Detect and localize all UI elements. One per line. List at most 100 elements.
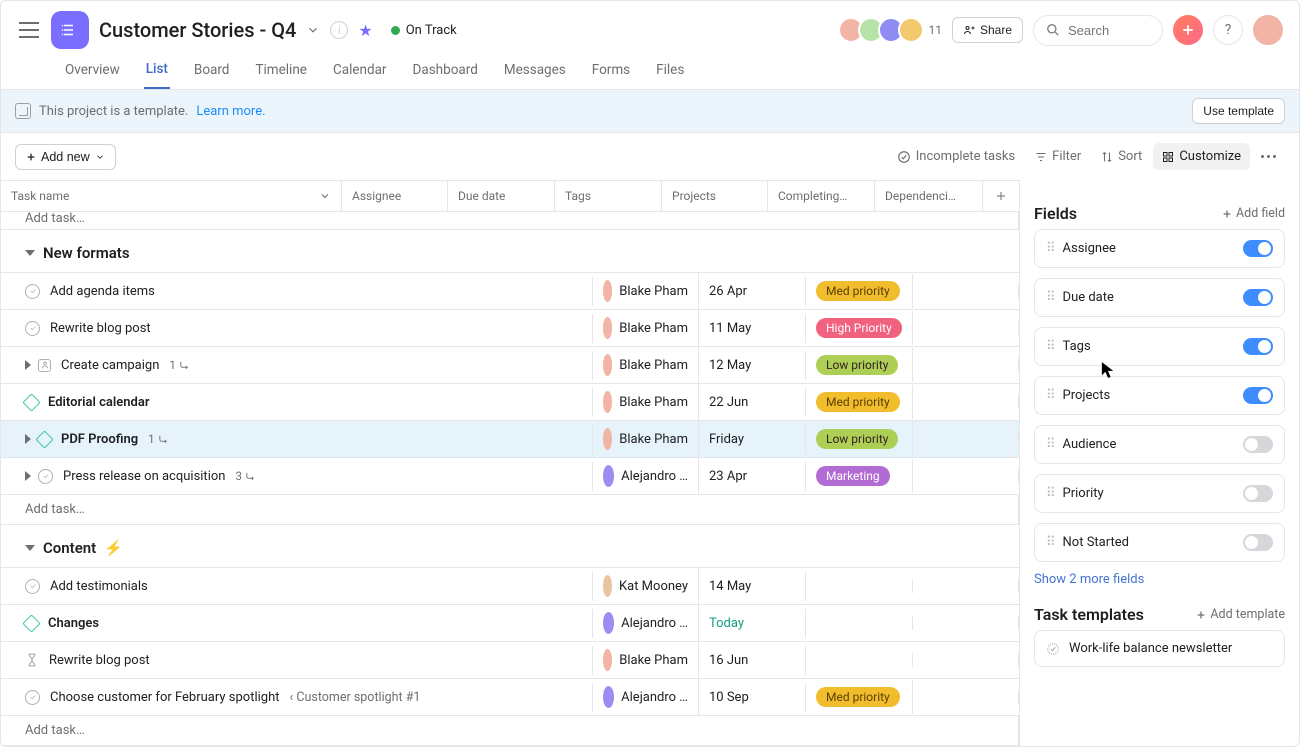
tab-list[interactable]: List [144, 53, 170, 89]
sort-button[interactable]: Sort [1092, 143, 1151, 170]
projects-cell[interactable] [913, 395, 1019, 409]
assignee-cell[interactable]: Blake Pham [593, 421, 699, 457]
tags-cell[interactable]: Low priority [806, 348, 913, 382]
table-row[interactable]: Editorial calendar Blake Pham 22 Jun Med… [1, 384, 1019, 421]
due-date-cell[interactable]: Today [699, 609, 806, 638]
subtask-count[interactable]: 1 [169, 358, 189, 372]
tags-cell[interactable]: Low priority [806, 422, 913, 456]
projects-cell[interactable] [913, 321, 1019, 335]
table-row[interactable]: Rewrite blog post Blake Pham 11 May High… [1, 310, 1019, 347]
col-duedate[interactable]: Due date [448, 181, 555, 211]
col-task-name[interactable]: Task name [11, 189, 69, 203]
table-row[interactable]: Add task… [1, 495, 1019, 525]
col-projects[interactable]: Projects [662, 181, 768, 211]
tags-cell[interactable] [806, 653, 913, 667]
col-assignee[interactable]: Assignee [342, 181, 448, 211]
more-options[interactable] [1252, 149, 1285, 164]
section-collapse-icon[interactable] [25, 250, 35, 256]
member-avatars[interactable]: 11 [844, 17, 942, 43]
tags-cell[interactable] [806, 579, 913, 593]
add-task-row[interactable]: Add task… [1, 495, 1019, 524]
task-name[interactable]: Add agenda items [50, 284, 155, 299]
due-date-cell[interactable]: 16 Jun [699, 646, 806, 675]
add-template-button[interactable]: Add template [1196, 607, 1285, 622]
projects-cell[interactable] [913, 358, 1019, 372]
table-row[interactable]: Add task… [1, 212, 1019, 230]
subtask-count[interactable]: 3 [235, 469, 255, 483]
task-complete-icon[interactable] [25, 321, 40, 336]
drag-handle-icon[interactable]: ⠿ [1046, 290, 1054, 305]
projects-cell[interactable] [913, 616, 1019, 630]
use-template-button[interactable]: Use template [1192, 98, 1285, 124]
task-name[interactable]: Rewrite blog post [49, 653, 150, 668]
col-dependencies[interactable]: Dependenci… [875, 181, 983, 211]
filter-button[interactable]: Filter [1026, 143, 1090, 170]
tab-messages[interactable]: Messages [502, 54, 568, 88]
subtask-count[interactable]: 1 [148, 432, 168, 446]
projects-cell[interactable] [913, 284, 1019, 298]
field-item[interactable]: ⠿ Projects [1034, 376, 1285, 415]
col-task-sort-icon[interactable] [319, 190, 331, 202]
project-status[interactable]: On Track [383, 19, 465, 42]
project-title[interactable]: Customer Stories - Q4 [99, 18, 296, 42]
assignee-cell[interactable]: Alejandro … [593, 679, 699, 715]
incomplete-tasks-filter[interactable]: Incomplete tasks [888, 143, 1024, 170]
milestone-icon[interactable] [22, 393, 40, 411]
profile-avatar[interactable] [1253, 15, 1283, 45]
drag-handle-icon[interactable]: ⠿ [1046, 486, 1054, 501]
field-toggle[interactable] [1243, 387, 1273, 404]
section-header[interactable]: Content ⚡ [1, 525, 1019, 568]
field-toggle[interactable] [1243, 240, 1273, 257]
table-row[interactable]: PDF Proofing 1 Blake Pham Friday Low pri… [1, 421, 1019, 458]
share-button[interactable]: Share [952, 17, 1023, 43]
assignee-cell[interactable]: Blake Pham [593, 642, 699, 678]
due-date-cell[interactable]: 12 May [699, 351, 806, 380]
tab-files[interactable]: Files [654, 54, 686, 88]
field-item[interactable]: ⠿ Priority [1034, 474, 1285, 513]
search-input[interactable] [1066, 22, 1146, 39]
drag-handle-icon[interactable]: ⠿ [1046, 339, 1054, 354]
expand-subtasks-icon[interactable] [25, 360, 31, 370]
tab-board[interactable]: Board [192, 54, 232, 88]
due-date-cell[interactable]: 26 Apr [699, 277, 806, 306]
tag-pill[interactable]: Low priority [816, 355, 898, 375]
task-name[interactable]: Create campaign [61, 358, 159, 373]
field-item[interactable]: ⠿ Assignee [1034, 229, 1285, 268]
table-row[interactable]: Add task… [1, 716, 1019, 746]
table-row[interactable]: Choose customer for February spotlight ‹… [1, 679, 1019, 716]
drag-handle-icon[interactable]: ⠿ [1046, 535, 1054, 550]
tags-cell[interactable]: Marketing [806, 459, 913, 493]
tags-cell[interactable]: Med priority [806, 274, 913, 308]
template-item[interactable]: Work-life balance newsletter [1034, 630, 1285, 667]
sidebar-toggle[interactable] [17, 18, 41, 42]
tag-pill[interactable]: High Priority [816, 318, 902, 338]
project-dropdown-chevron[interactable] [306, 23, 320, 37]
field-toggle[interactable] [1243, 289, 1273, 306]
tab-calendar[interactable]: Calendar [331, 54, 389, 88]
project-details-icon[interactable]: i [330, 21, 348, 39]
add-new-button[interactable]: Add new [15, 144, 116, 170]
milestone-icon[interactable] [22, 614, 40, 632]
customize-button[interactable]: Customize [1153, 143, 1250, 170]
assignee-cell[interactable]: Blake Pham [593, 384, 699, 420]
task-name[interactable]: PDF Proofing [61, 432, 138, 447]
drag-handle-icon[interactable]: ⠿ [1046, 241, 1054, 256]
task-name[interactable]: Add testimonials [50, 579, 148, 594]
tab-dashboard[interactable]: Dashboard [411, 54, 480, 88]
tag-pill[interactable]: Low priority [816, 429, 898, 449]
tab-timeline[interactable]: Timeline [253, 54, 309, 88]
table-row[interactable]: Changes Alejandro … Today [1, 605, 1019, 642]
expand-subtasks-icon[interactable] [25, 434, 31, 444]
add-task-row[interactable]: Add task… [1, 212, 1019, 229]
table-row[interactable]: Rewrite blog post Blake Pham 16 Jun [1, 642, 1019, 679]
assignee-cell[interactable]: Alejandro … [593, 605, 699, 641]
section-header[interactable]: New formats [1, 230, 1019, 273]
col-completing[interactable]: Completing… [768, 181, 875, 211]
tag-pill[interactable]: Marketing [816, 466, 890, 486]
approval-icon[interactable] [38, 359, 51, 372]
task-complete-icon[interactable] [38, 469, 53, 484]
field-item[interactable]: ⠿ Audience [1034, 425, 1285, 464]
assignee-cell[interactable]: Kat Mooney [593, 568, 699, 604]
task-name[interactable]: Changes [48, 616, 99, 631]
table-row[interactable]: Press release on acquisition 3 Alejandro… [1, 458, 1019, 495]
